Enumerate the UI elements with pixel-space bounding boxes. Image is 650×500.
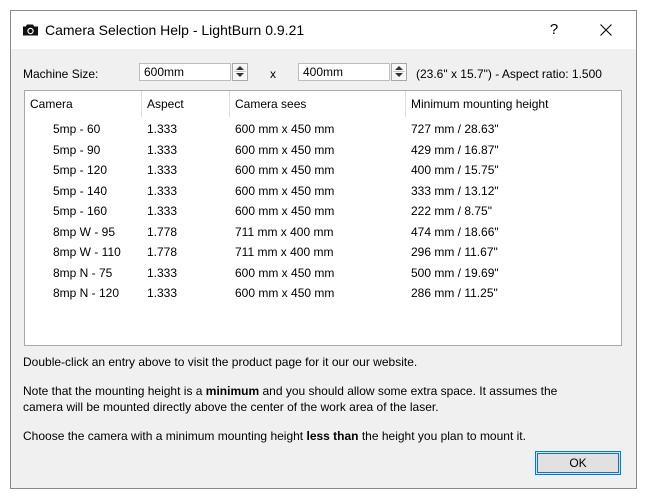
table-row[interactable]: 5mp - 140 1.333 600 mm x 450 mm 333 mm / 13… bbox=[25, 181, 621, 201]
cell-camera-sees: 600 mm x 450 mm bbox=[235, 286, 335, 300]
machine-height-spinner[interactable] bbox=[391, 63, 407, 81]
cell-min-height: 429 mm / 16.87" bbox=[411, 142, 499, 157]
camera-table[interactable]: Camera Aspect Camera sees Minimum mounti… bbox=[24, 90, 622, 346]
table-row[interactable]: 5mp - 160 1.333 600 mm x 450 mm 222 mm / 8.… bbox=[25, 201, 621, 221]
close-button[interactable] bbox=[595, 19, 617, 41]
machine-size-summary: (23.6" x 15.7") - Aspect ratio: 1.500 bbox=[416, 67, 602, 81]
machine-width-spinner[interactable] bbox=[232, 63, 248, 81]
spin-down-icon bbox=[236, 73, 244, 77]
table-row[interactable]: 5mp - 90 1.333 600 mm x 450 mm 429 mm / 16.… bbox=[25, 140, 621, 160]
choose-camera-note: Choose the camera with a minimum mountin… bbox=[23, 428, 526, 444]
table-row[interactable]: 8mp N - 120 1.333 600 mm x 450 mm 286 mm / … bbox=[25, 283, 621, 303]
note-emphasis: less than bbox=[306, 429, 359, 443]
note-text: the height you plan to mount it. bbox=[358, 429, 526, 443]
cell-aspect: 1.778 bbox=[147, 224, 178, 239]
column-header-camera[interactable]: Camera bbox=[25, 91, 142, 117]
cell-camera-sees: 600 mm x 450 mm bbox=[235, 142, 335, 157]
cell-camera: 5mp - 60 bbox=[53, 122, 101, 136]
machine-height-field[interactable]: 400mm bbox=[298, 63, 390, 81]
size-separator: x bbox=[270, 67, 276, 81]
table-row[interactable]: 8mp W - 110 1.778 711 mm x 400 mm 296 mm / … bbox=[25, 242, 621, 262]
cell-min-height: 222 mm / 8.75" bbox=[411, 204, 492, 218]
cell-min-height: 333 mm / 13.12" bbox=[411, 183, 499, 198]
machine-width-field[interactable]: 600mm bbox=[139, 63, 231, 81]
cell-camera: 5mp - 160 bbox=[53, 204, 108, 218]
camera-selection-dialog: Camera Selection Help - LightBurn 0.9.21… bbox=[10, 10, 637, 489]
window-title: Camera Selection Help - LightBurn 0.9.21 bbox=[45, 22, 305, 38]
cell-min-height: 286 mm / 11.25" bbox=[411, 286, 498, 300]
mounting-height-note-line2: camera will be mounted directly above th… bbox=[23, 400, 439, 414]
cell-min-height: 474 mm / 18.66" bbox=[411, 224, 499, 239]
cell-camera: 5mp - 120 bbox=[53, 163, 108, 177]
cell-min-height: 296 mm / 11.67" bbox=[411, 245, 498, 259]
cell-aspect: 1.333 bbox=[147, 122, 178, 136]
table-row[interactable]: 8mp W - 95 1.778 711 mm x 400 mm 474 mm / 1… bbox=[25, 222, 621, 242]
column-header-min-height[interactable]: Minimum mounting height bbox=[406, 91, 621, 117]
camera-icon bbox=[22, 23, 39, 41]
help-button[interactable]: ? bbox=[543, 19, 565, 41]
cell-camera-sees: 711 mm x 400 mm bbox=[235, 224, 334, 239]
cell-camera: 5mp - 90 bbox=[53, 142, 101, 157]
double-click-note: Double-click an entry above to visit the… bbox=[23, 355, 418, 369]
mounting-height-note: Note that the mounting height is a minim… bbox=[23, 383, 557, 399]
title-bar: Camera Selection Help - LightBurn 0.9.21… bbox=[11, 11, 636, 49]
cell-camera-sees: 600 mm x 450 mm bbox=[235, 163, 335, 177]
cell-camera: 8mp W - 110 bbox=[53, 245, 121, 259]
spin-down-icon bbox=[395, 73, 403, 77]
note-text: Note that the mounting height is a bbox=[23, 384, 206, 398]
spin-up-icon bbox=[236, 66, 244, 70]
spin-up-icon bbox=[395, 66, 403, 70]
cell-aspect: 1.778 bbox=[147, 245, 178, 259]
cell-min-height: 727 mm / 28.63" bbox=[411, 122, 499, 136]
cell-camera-sees: 600 mm x 450 mm bbox=[235, 265, 335, 280]
cell-aspect: 1.333 bbox=[147, 265, 178, 280]
cell-camera-sees: 711 mm x 400 mm bbox=[235, 245, 334, 259]
cell-aspect: 1.333 bbox=[147, 142, 178, 157]
ok-button[interactable]: OK bbox=[535, 451, 621, 475]
close-icon bbox=[600, 24, 612, 36]
table-row[interactable]: 5mp - 120 1.333 600 mm x 450 mm 400 mm / 15… bbox=[25, 160, 621, 180]
cell-aspect: 1.333 bbox=[147, 163, 178, 177]
cell-min-height: 400 mm / 15.75" bbox=[411, 163, 499, 177]
cell-camera: 5mp - 140 bbox=[53, 183, 108, 198]
cell-camera-sees: 600 mm x 450 mm bbox=[235, 204, 335, 218]
column-header-camera-sees[interactable]: Camera sees bbox=[230, 91, 406, 117]
table-row[interactable]: 8mp N - 75 1.333 600 mm x 450 mm 500 mm / 1… bbox=[25, 263, 621, 283]
cell-camera: 8mp W - 95 bbox=[53, 224, 116, 239]
cell-camera-sees: 600 mm x 450 mm bbox=[235, 122, 335, 136]
cell-min-height: 500 mm / 19.69" bbox=[411, 265, 499, 280]
cell-camera: 8mp N - 75 bbox=[53, 265, 113, 280]
cell-camera-sees: 600 mm x 450 mm bbox=[235, 183, 335, 198]
cell-aspect: 1.333 bbox=[147, 183, 178, 198]
table-row[interactable]: 5mp - 60 1.333 600 mm x 450 mm 727 mm / 28.… bbox=[25, 119, 621, 139]
cell-camera: 8mp N - 120 bbox=[53, 286, 120, 300]
cell-aspect: 1.333 bbox=[147, 286, 178, 300]
cell-aspect: 1.333 bbox=[147, 204, 178, 218]
note-text: Choose the camera with a minimum mountin… bbox=[23, 429, 307, 443]
machine-size-label: Machine Size: bbox=[23, 67, 99, 81]
column-header-aspect[interactable]: Aspect bbox=[142, 91, 230, 117]
note-text: and you should allow some extra space. I… bbox=[259, 384, 558, 398]
note-emphasis: minimum bbox=[205, 384, 260, 398]
